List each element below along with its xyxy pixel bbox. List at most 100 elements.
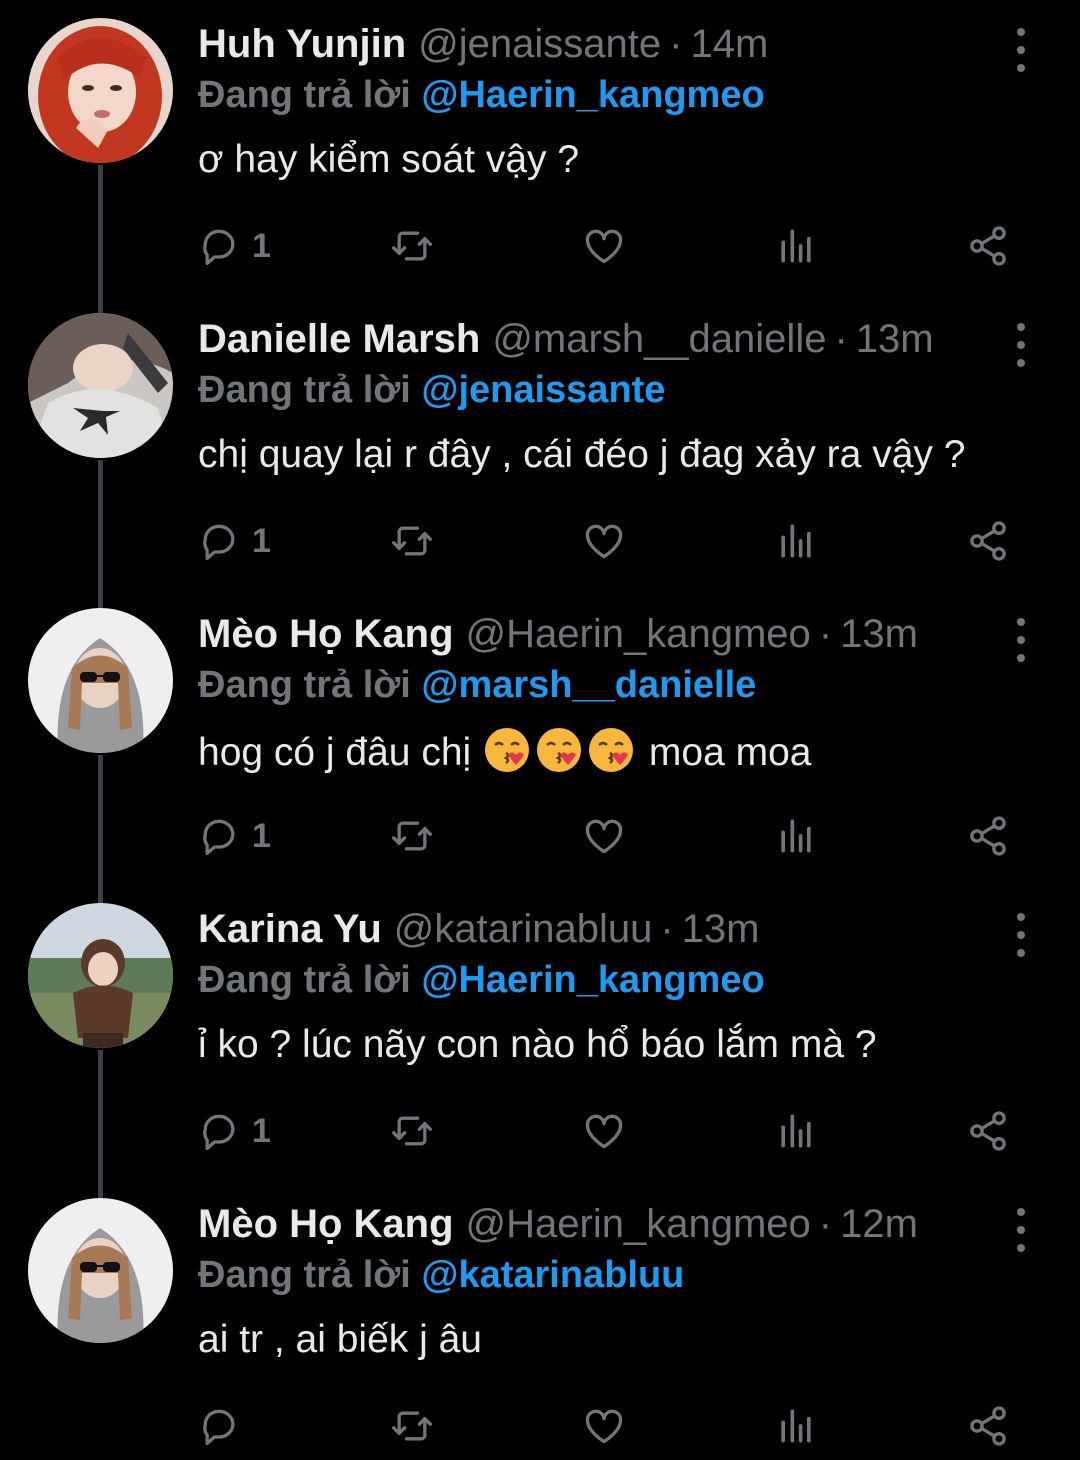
reply-icon xyxy=(203,524,235,561)
timestamp[interactable]: 12m xyxy=(840,1200,918,1248)
display-name[interactable]: Mèo Họ Kang xyxy=(198,610,454,658)
separator: · xyxy=(834,317,848,361)
replying-to-label: Đang trả lời xyxy=(198,959,411,1001)
tweet-text-part: hog có j đâu chị xyxy=(198,731,472,774)
share-button[interactable] xyxy=(966,1398,1010,1454)
separator: · xyxy=(818,612,833,656)
tweet-header: Huh Yunjin @jenaissante · 14m xyxy=(198,20,768,68)
share-button[interactable] xyxy=(966,808,1010,864)
reply-button[interactable] xyxy=(198,1398,252,1454)
user-handle[interactable]: @jenaissante xyxy=(418,20,661,68)
retweet-button[interactable] xyxy=(390,1398,434,1454)
reply-icon xyxy=(203,819,235,856)
user-handle[interactable]: @katarinabluu xyxy=(394,905,653,953)
views-button[interactable] xyxy=(774,513,818,569)
mention-link[interactable]: @jenaissante xyxy=(421,369,665,411)
more-options-icon[interactable] xyxy=(1004,911,1038,959)
more-options-icon[interactable] xyxy=(1004,616,1038,664)
avatar[interactable] xyxy=(28,903,173,1048)
views-icon xyxy=(781,229,811,263)
avatar[interactable] xyxy=(28,608,173,753)
tweet-header: Danielle Marsh @marsh__danielle · 13m xyxy=(198,315,934,363)
replying-to-label: Đang trả lời xyxy=(198,1254,411,1296)
views-icon xyxy=(781,524,811,558)
views-button[interactable] xyxy=(774,1103,818,1159)
avatar[interactable] xyxy=(28,1198,173,1343)
reply-icon xyxy=(203,1409,235,1446)
retweet-button[interactable] xyxy=(390,513,434,569)
views-button[interactable] xyxy=(774,808,818,864)
share-button[interactable] xyxy=(966,1103,1010,1159)
share-icon xyxy=(970,1406,1006,1446)
views-icon xyxy=(781,1409,811,1443)
retweet-icon xyxy=(392,821,432,851)
tweet[interactable]: Danielle Marsh @marsh__danielle · 13m Đa… xyxy=(0,295,1080,590)
timestamp[interactable]: 14m xyxy=(690,20,768,68)
reply-count: 1 xyxy=(252,226,271,265)
retweet-button[interactable] xyxy=(390,808,434,864)
separator: · xyxy=(818,1202,833,1246)
retweet-button[interactable] xyxy=(390,218,434,274)
display-name[interactable]: Danielle Marsh xyxy=(198,315,480,363)
like-icon xyxy=(585,229,623,264)
share-button[interactable] xyxy=(966,513,1010,569)
mention-link[interactable]: @katarinabluu xyxy=(421,1254,684,1296)
retweet-icon xyxy=(392,1411,432,1441)
avatar[interactable] xyxy=(28,18,173,163)
display-name[interactable]: Mèo Họ Kang xyxy=(198,1200,454,1248)
reply-count: 1 xyxy=(252,816,271,855)
display-name[interactable]: Huh Yunjin xyxy=(198,20,406,68)
replying-to: Đang trả lời @jenaissante xyxy=(198,367,665,413)
views-button[interactable] xyxy=(774,218,818,274)
timestamp[interactable]: 13m xyxy=(856,315,934,363)
mention-link[interactable]: @Haerin_kangmeo xyxy=(421,959,764,1001)
reply-button[interactable]: 1 xyxy=(198,218,271,274)
reply-button[interactable]: 1 xyxy=(198,1103,271,1159)
mention-link[interactable]: @marsh__danielle xyxy=(421,664,756,706)
tweet[interactable]: Huh Yunjin @jenaissante · 14m Đang trả l… xyxy=(0,0,1080,295)
share-button[interactable] xyxy=(966,218,1010,274)
more-options-icon[interactable] xyxy=(1004,26,1038,74)
timestamp[interactable]: 13m xyxy=(682,905,760,953)
more-options-icon[interactable] xyxy=(1004,1206,1038,1254)
like-icon xyxy=(585,1114,623,1149)
tweet-header: Mèo Họ Kang @Haerin_kangmeo · 13m xyxy=(198,610,918,658)
retweet-button[interactable] xyxy=(390,1103,434,1159)
separator: · xyxy=(660,907,674,951)
views-icon xyxy=(781,1114,811,1148)
user-handle[interactable]: @Haerin_kangmeo xyxy=(466,1200,811,1248)
reply-count: 1 xyxy=(252,1111,271,1150)
user-handle[interactable]: @marsh__danielle xyxy=(492,315,826,363)
tweet[interactable]: Mèo Họ Kang @Haerin_kangmeo · 12m Đang t… xyxy=(0,1180,1080,1460)
action-bar: 1 xyxy=(0,513,1080,569)
reply-button[interactable]: 1 xyxy=(198,808,271,864)
like-button[interactable] xyxy=(582,808,626,864)
retweet-icon xyxy=(392,526,432,556)
like-icon xyxy=(585,524,623,559)
replying-to: Đang trả lời @katarinabluu xyxy=(198,1252,684,1298)
avatar[interactable] xyxy=(28,313,173,458)
kissing-face-emoji xyxy=(586,725,636,775)
reply-button[interactable]: 1 xyxy=(198,513,271,569)
views-button[interactable] xyxy=(774,1398,818,1454)
tweet[interactable]: Mèo Họ Kang @Haerin_kangmeo · 13m Đang t… xyxy=(0,590,1080,885)
timestamp[interactable]: 13m xyxy=(840,610,918,658)
like-button[interactable] xyxy=(582,1103,626,1159)
kissing-face-emoji xyxy=(534,725,584,775)
like-button[interactable] xyxy=(582,218,626,274)
tweet-text: ai tr , ai biếk j âu xyxy=(198,1318,482,1361)
action-bar: 1 xyxy=(0,218,1080,274)
like-button[interactable] xyxy=(582,513,626,569)
like-button[interactable] xyxy=(582,1398,626,1454)
tweet-text: ỉ ko ? lúc nãy con nào hổ báo lắm mà ? xyxy=(198,1023,877,1066)
user-handle[interactable]: @Haerin_kangmeo xyxy=(466,610,811,658)
like-icon xyxy=(585,819,623,854)
more-options-icon[interactable] xyxy=(1004,321,1038,369)
separator: · xyxy=(669,22,683,66)
tweet-header: Mèo Họ Kang @Haerin_kangmeo · 12m xyxy=(198,1200,918,1248)
tweet[interactable]: Karina Yu @katarinabluu · 13m Đang trả l… xyxy=(0,885,1080,1180)
mention-link[interactable]: @Haerin_kangmeo xyxy=(421,74,764,116)
display-name[interactable]: Karina Yu xyxy=(198,905,382,953)
replying-to: Đang trả lời @Haerin_kangmeo xyxy=(198,72,765,118)
share-icon xyxy=(970,521,1006,561)
